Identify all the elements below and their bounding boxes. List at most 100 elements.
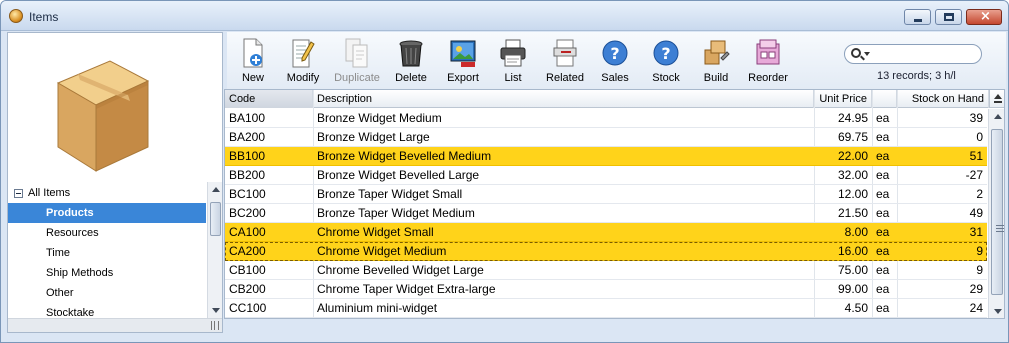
items-grid: Code Description Unit Price Stock on Han…: [224, 89, 1005, 319]
cell-description: Chrome Taper Widget Extra-large: [317, 282, 496, 296]
cell-description: Bronze Taper Widget Medium: [317, 206, 475, 220]
scroll-thumb[interactable]: [991, 129, 1004, 295]
column-header-code[interactable]: Code: [225, 90, 313, 108]
related-label: Related: [546, 72, 584, 84]
cell-code: CA100: [229, 225, 266, 239]
build-label: Build: [703, 72, 729, 84]
reorder-icon: [756, 39, 780, 65]
cell-stock-on-hand: 24: [969, 301, 983, 315]
scroll-down-icon[interactable]: [994, 309, 1002, 314]
scroll-up-icon[interactable]: [212, 187, 220, 192]
column-header-description[interactable]: Description: [313, 90, 814, 108]
grid-header: Code Description Unit Price Stock on Han…: [225, 90, 1004, 108]
minimize-button[interactable]: [904, 9, 931, 25]
maximize-button[interactable]: [935, 9, 962, 25]
cell-stock-on-hand: -27: [965, 168, 983, 182]
column-header-unit-price[interactable]: Unit Price: [814, 90, 872, 108]
table-row[interactable]: BA100 Bronze Widget Medium 24.95 ea 39: [225, 109, 987, 128]
cell-description: Bronze Widget Medium: [317, 111, 442, 125]
table-row[interactable]: CB100 Chrome Bevelled Widget Large 75.00 ea…: [225, 261, 987, 280]
table-row[interactable]: BC200 Bronze Taper Widget Medium 21.50 ea 49: [225, 204, 987, 223]
search-input[interactable]: [873, 46, 973, 62]
cell-unit-price: 12.00: [837, 187, 868, 201]
delete-button[interactable]: Delete: [391, 36, 431, 86]
pane-resize-bar[interactable]: [8, 318, 222, 332]
cell-stock-on-hand: 9: [976, 244, 983, 258]
cell-code: BA200: [229, 130, 266, 144]
cell-unit-price: 32.00: [837, 168, 868, 182]
table-row[interactable]: CA200 Chrome Widget Medium 16.00 ea 9: [225, 242, 987, 261]
tree-item-ship-methods[interactable]: Ship Methods: [8, 263, 206, 283]
tree-scrollbar[interactable]: [207, 182, 222, 318]
left-pane: All Items Products Resources Time Ship M…: [7, 32, 223, 333]
box-icon: [56, 60, 150, 172]
cell-code: BB200: [229, 168, 266, 182]
tree-item-other[interactable]: Other: [8, 283, 206, 303]
reorder-button[interactable]: Reorder: [745, 36, 791, 86]
tree-item-resources[interactable]: Resources: [8, 223, 206, 243]
sort-icon[interactable]: [989, 90, 1004, 108]
build-button[interactable]: Build: [699, 36, 733, 86]
search-icon[interactable]: [851, 48, 861, 58]
close-button[interactable]: ×: [966, 9, 1002, 25]
new-label: New: [241, 72, 264, 84]
cell-stock-on-hand: 31: [969, 225, 983, 239]
search-box[interactable]: [844, 44, 982, 64]
modify-button[interactable]: Modify: [283, 36, 323, 86]
cell-unit: ea: [876, 111, 890, 125]
scroll-up-icon[interactable]: [994, 114, 1002, 119]
window-title: Items: [29, 10, 59, 24]
svg-text:?: ?: [610, 44, 619, 63]
reorder-label: Reorder: [748, 72, 788, 84]
resize-grip-icon[interactable]: [211, 321, 219, 330]
cell-code: BC100: [229, 187, 266, 201]
tree-item-label: Stocktake: [46, 307, 95, 318]
delete-label: Delete: [395, 72, 427, 84]
table-row[interactable]: BA200 Bronze Widget Large 69.75 ea 0: [225, 128, 987, 147]
cell-description: Chrome Widget Medium: [317, 244, 447, 258]
new-button[interactable]: New: [235, 36, 271, 86]
table-row[interactable]: CA100 Chrome Widget Small 8.00 ea 31: [225, 223, 987, 242]
minimize-icon: [914, 19, 922, 22]
category-tree: All Items Products Resources Time Ship M…: [8, 182, 206, 318]
tree-item-label: Products: [46, 207, 94, 219]
scroll-down-icon[interactable]: [212, 308, 220, 313]
export-button[interactable]: Export: [441, 36, 485, 86]
list-button[interactable]: List: [497, 36, 529, 86]
table-row[interactable]: CB200 Chrome Taper Widget Extra-large 99.0…: [225, 280, 987, 299]
table-row[interactable]: BB100 Bronze Widget Bevelled Medium 22.00 e…: [225, 147, 987, 166]
stock-button[interactable]: ? Stock: [649, 36, 683, 86]
svg-text:?: ?: [661, 44, 670, 63]
grid-scrollbar[interactable]: [988, 109, 1004, 318]
cell-description: Bronze Widget Large: [317, 130, 430, 144]
sales-button[interactable]: ? Sales: [599, 36, 631, 86]
cell-unit: ea: [876, 282, 890, 296]
cell-stock-on-hand: 51: [969, 149, 983, 163]
cell-description: Bronze Taper Widget Small: [317, 187, 463, 201]
column-header-unit[interactable]: [872, 90, 897, 108]
printer-icon: [500, 39, 526, 67]
collapse-icon[interactable]: [14, 189, 23, 198]
tree-item-time[interactable]: Time: [8, 243, 206, 263]
tree-item-label: Other: [46, 287, 74, 299]
records-info: 13 records; 3 h/l: [877, 70, 956, 82]
search-dropdown-icon[interactable]: [864, 52, 870, 56]
duplicate-label: Duplicate: [334, 72, 380, 84]
tree-root-all-items[interactable]: All Items: [8, 183, 206, 203]
tree-item-stocktake[interactable]: Stocktake: [8, 303, 206, 318]
help-icon: ?: [653, 40, 679, 66]
help-icon: ?: [602, 40, 628, 66]
tree-item-label: Resources: [46, 227, 99, 239]
list-label: List: [504, 72, 522, 84]
cell-description: Chrome Bevelled Widget Large: [317, 263, 484, 277]
column-header-stock-on-hand[interactable]: Stock on Hand: [897, 90, 989, 108]
tree-item-products[interactable]: Products: [8, 203, 206, 223]
cell-unit: ea: [876, 149, 890, 163]
table-row[interactable]: BB200 Bronze Widget Bevelled Large 32.00 ea…: [225, 166, 987, 185]
cell-unit: ea: [876, 244, 890, 258]
scroll-thumb[interactable]: [210, 202, 221, 236]
related-button[interactable]: Related: [543, 36, 587, 86]
table-row[interactable]: BC100 Bronze Taper Widget Small 12.00 ea 2: [225, 185, 987, 204]
table-row[interactable]: CC100 Aluminium mini-widget 4.50 ea 24: [225, 299, 987, 318]
duplicate-button[interactable]: Duplicate: [331, 36, 383, 86]
